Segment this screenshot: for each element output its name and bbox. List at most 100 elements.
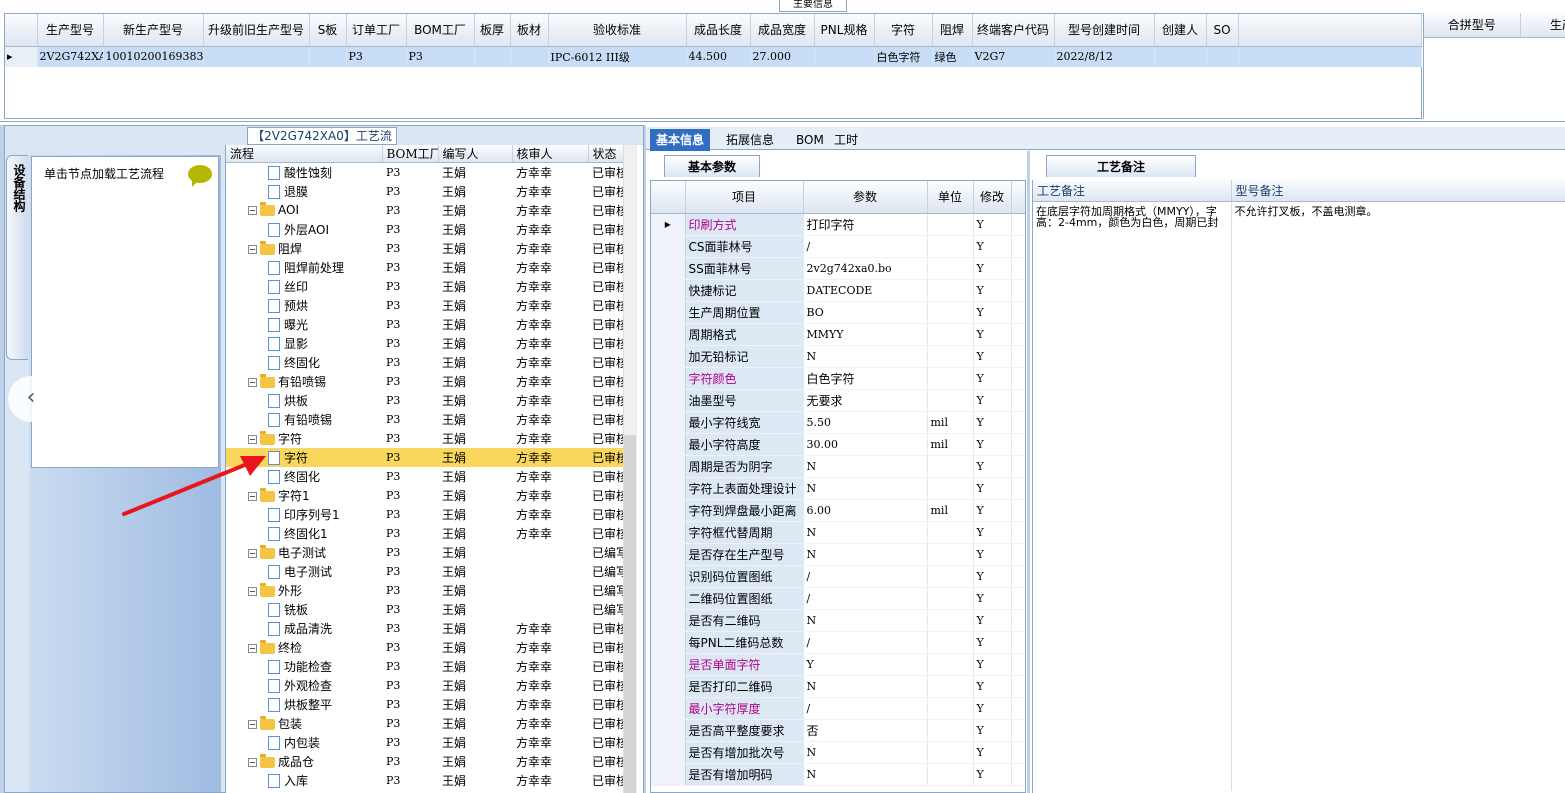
process-remark-text[interactable]: 在底层字符加周期格式（MMYY），字高：2-4mm，颜色为白色，周期已封 xyxy=(1033,201,1232,791)
nav-prev-button[interactable]: ‹ xyxy=(8,376,54,422)
flow-row[interactable]: 终固化 P3 王娟 方幸幸 已审核 xyxy=(226,353,624,372)
param-row-header[interactable] xyxy=(651,477,686,500)
flow-row[interactable]: −字符1P3王娟方幸幸已审核 xyxy=(226,486,624,505)
flow-row[interactable]: 铣板 P3 王娟 已编写 xyxy=(226,600,624,619)
collapse-icon[interactable]: − xyxy=(248,244,257,254)
param-value[interactable]: / xyxy=(803,587,928,610)
col-status[interactable]: 状态 xyxy=(588,145,625,163)
param-row-header[interactable] xyxy=(651,499,686,522)
param-edit[interactable]: Y xyxy=(973,279,1012,302)
flow-row[interactable]: 退膜 P3 王娟 方幸幸 已审核 xyxy=(226,182,624,201)
param-row[interactable]: 油墨型号 无要求 Y xyxy=(651,389,1025,412)
flow-row[interactable]: 终固化 P3 王娟 方幸幸 已审核 xyxy=(226,467,624,486)
param-row-header[interactable] xyxy=(651,323,686,346)
cell-top-13[interactable]: 绿色 xyxy=(932,46,973,67)
param-row-header[interactable] xyxy=(651,675,686,698)
param-row[interactable]: 加无铅标记 N Y xyxy=(651,345,1025,368)
col-production[interactable]: 生产 xyxy=(1520,13,1565,38)
param-value[interactable]: 30.00 xyxy=(803,433,928,456)
flow-row[interactable]: 外观检查 P3 王娟 方幸幸 已审核 xyxy=(226,676,624,695)
tab-process-remark[interactable]: 工艺备注 xyxy=(1046,155,1196,177)
flow-row[interactable]: 有铅喷锡 P3 王娟 方幸幸 已审核 xyxy=(226,410,624,429)
flow-row[interactable]: − 有铅喷锡 P3 王娟 方幸幸 已审核 xyxy=(226,372,624,391)
cell-top-3[interactable] xyxy=(309,46,347,67)
param-row[interactable]: CS面菲林号 / Y xyxy=(651,235,1025,258)
col-model-remark[interactable]: 型号备注 xyxy=(1231,180,1565,202)
param-edit[interactable]: Y xyxy=(973,323,1012,346)
col-top-7[interactable]: 板材 xyxy=(510,14,549,47)
param-edit[interactable]: Y xyxy=(973,433,1012,456)
param-edit[interactable]: Y xyxy=(973,675,1012,698)
param-row-header[interactable] xyxy=(651,587,686,610)
param-row[interactable]: 字符上表面处理设计 N Y xyxy=(651,477,1025,500)
flow-row[interactable]: 电子测试 P3 王娟 已编写 xyxy=(226,562,624,581)
param-row[interactable]: ▸ 印刷方式 打印字符 Y xyxy=(651,213,1025,236)
cell-top-10[interactable]: 27.000 xyxy=(750,46,815,67)
param-row-header[interactable] xyxy=(651,455,686,478)
col-top-3[interactable]: S板 xyxy=(309,14,347,47)
param-row-header[interactable] xyxy=(651,653,686,676)
flow-row[interactable]: − 终检 P3 王娟 方幸幸 已审核 xyxy=(226,638,624,657)
flow-row[interactable]: 酸性蚀刻 P3 王娟 方幸幸 已审核 xyxy=(226,163,624,182)
cell-top-6[interactable] xyxy=(474,46,511,67)
param-edit[interactable]: Y xyxy=(973,345,1012,368)
process-flow-grid[interactable]: 流程 BOM工厂 编写人 核审人 状态 酸性蚀刻P3王娟方幸幸已审核退膜P3王娟… xyxy=(225,145,643,793)
flow-row[interactable]: − 字符 P3 王娟 方幸幸 已审核 xyxy=(226,429,624,448)
remark-grid[interactable]: 工艺备注 型号备注 在底层字符加周期格式（MMYY），字高：2-4mm，颜色为白… xyxy=(1032,180,1565,793)
param-value[interactable]: / xyxy=(803,631,928,654)
model-remark-text[interactable]: 不允许打叉板，不盖电测章。 xyxy=(1231,201,1565,791)
param-row[interactable]: 最小字符厚度 / Y xyxy=(651,697,1025,720)
param-edit[interactable]: Y xyxy=(973,301,1012,324)
col-value[interactable]: 参数 xyxy=(803,181,928,214)
flow-row[interactable]: − 阻焊 P3 王娟 方幸幸 已审核 xyxy=(226,239,624,258)
param-row[interactable]: 是否高平整度要求否 Y xyxy=(651,719,1025,742)
equipment-tree[interactable]: 单击节点加载工艺流程 xyxy=(31,156,219,468)
tab-work-hours[interactable]: 工时 xyxy=(828,129,864,151)
param-row-header[interactable] xyxy=(651,697,686,720)
tab-bom[interactable]: BOM xyxy=(790,129,830,151)
param-row[interactable]: 是否有二维码 N Y xyxy=(651,609,1025,632)
param-edit[interactable]: Y xyxy=(973,719,1012,742)
param-value[interactable]: / xyxy=(803,565,928,588)
param-row-header[interactable] xyxy=(651,719,686,742)
tab-basic-info[interactable]: 基本信息 xyxy=(650,129,711,151)
cell-top-0[interactable]: 2V2G742XA0 xyxy=(37,46,104,67)
cell-top-16[interactable] xyxy=(1154,46,1207,67)
flow-row[interactable]: − 电子测试 P3 王娟 已编写 xyxy=(226,543,624,562)
param-value[interactable]: N xyxy=(803,345,928,368)
param-edit[interactable]: Y xyxy=(973,653,1012,676)
param-row[interactable]: 字符颜色 白色字符 Y xyxy=(651,367,1025,390)
param-row-header[interactable] xyxy=(651,301,686,324)
param-edit[interactable]: Y xyxy=(973,609,1012,632)
param-row-header[interactable] xyxy=(651,345,686,368)
param-row[interactable]: 最小字符高度 30.00 mil Y xyxy=(651,433,1025,456)
collapse-icon[interactable]: − xyxy=(248,434,257,444)
flow-row[interactable]: 丝印 P3 王娟 方幸幸 已审核 xyxy=(226,277,624,296)
param-row[interactable]: 识别码位置图纸 / Y xyxy=(651,565,1025,588)
param-edit[interactable]: Y xyxy=(973,235,1012,258)
param-row-header[interactable] xyxy=(651,433,686,456)
param-edit[interactable]: Y xyxy=(973,455,1012,478)
param-value[interactable]: BO xyxy=(803,301,928,324)
param-value[interactable]: 打印字符 xyxy=(803,213,928,236)
col-top-4[interactable]: 订单工厂 xyxy=(346,14,407,47)
param-row-header[interactable] xyxy=(651,763,686,786)
col-top-14[interactable]: 终端客户代码 xyxy=(972,14,1055,47)
col-flow[interactable]: 流程 xyxy=(226,145,383,163)
param-edit[interactable]: Y xyxy=(973,741,1012,764)
flow-row[interactable]: 成品清洗 P3 王娟 方幸幸 已审核 xyxy=(226,619,624,638)
param-row[interactable]: 字符框代替周期 N Y xyxy=(651,521,1025,544)
param-row[interactable]: 周期是否为阴字 N Y xyxy=(651,455,1025,478)
param-value[interactable]: 无要求 xyxy=(803,389,928,412)
collapse-icon[interactable]: − xyxy=(248,757,257,767)
param-edit[interactable]: Y xyxy=(973,411,1012,434)
cell-top-11[interactable] xyxy=(814,46,875,67)
param-edit[interactable]: Y xyxy=(973,565,1012,588)
param-row-header[interactable] xyxy=(651,543,686,566)
param-value[interactable]: / xyxy=(803,697,928,720)
cell-top-1[interactable]: 10010200169383 xyxy=(103,46,204,67)
merge-model-grid[interactable]: 合拼型号 生产 xyxy=(1423,13,1565,119)
param-edit[interactable]: Y xyxy=(973,521,1012,544)
col-edit[interactable]: 修改 xyxy=(973,181,1012,214)
col-item[interactable]: 项目 xyxy=(685,181,804,214)
